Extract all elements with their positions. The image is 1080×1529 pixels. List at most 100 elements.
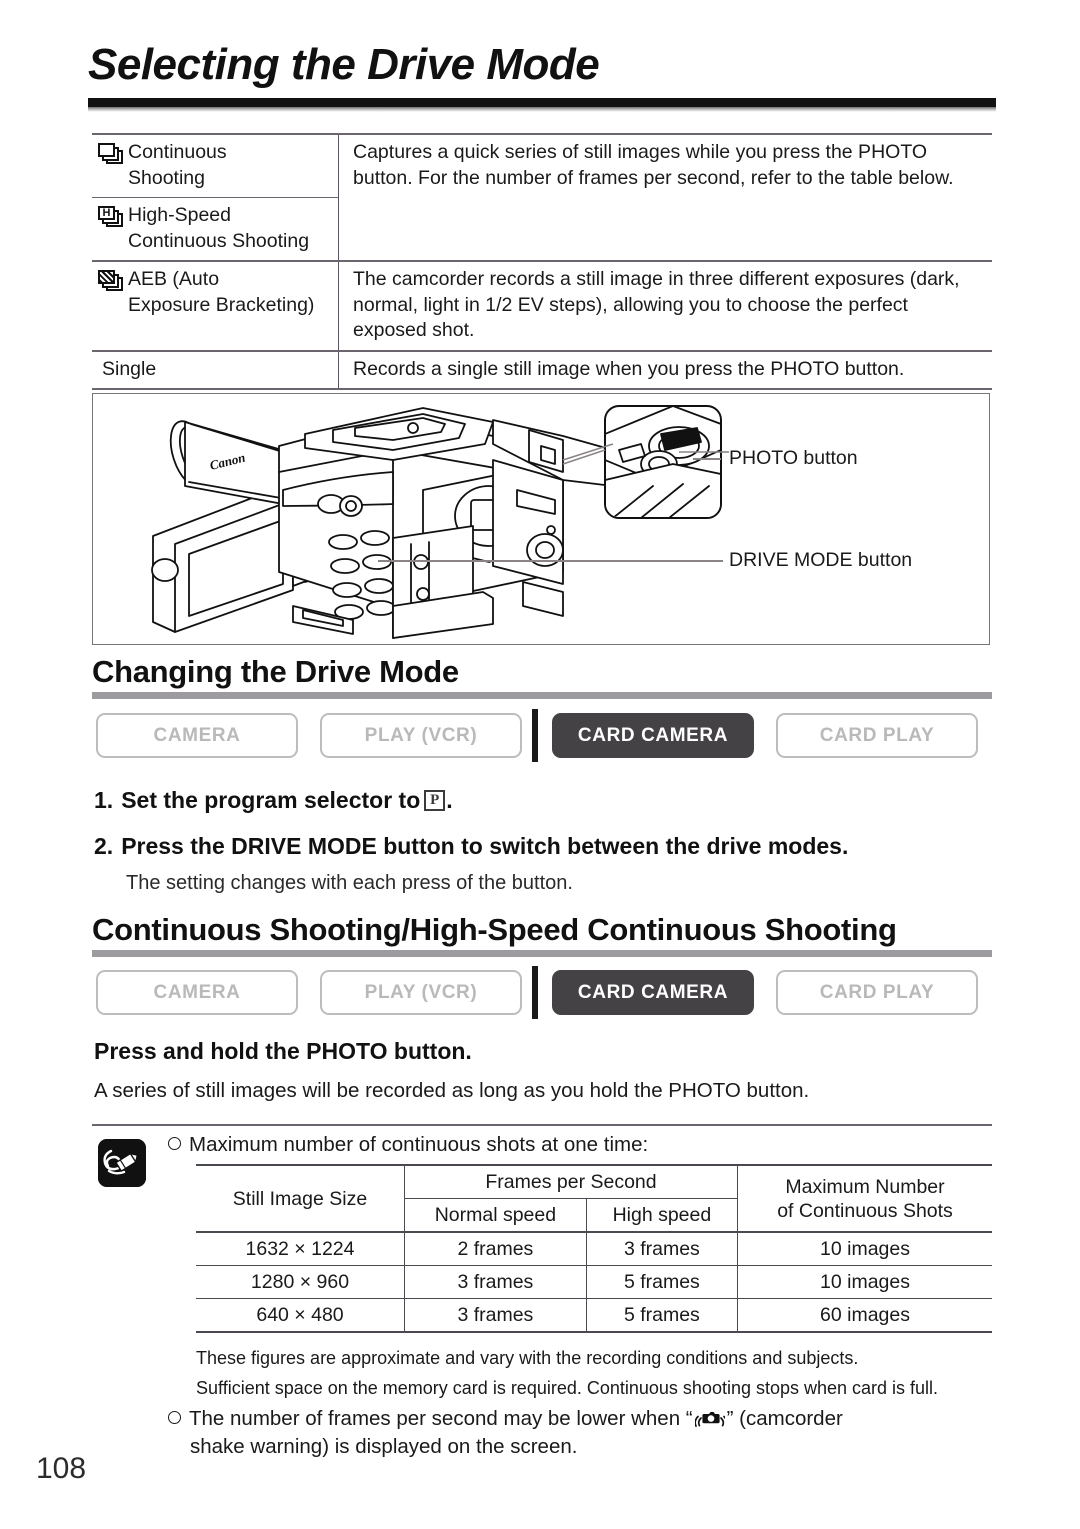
- mode-badges-continuous: CAMERA PLAY (VCR) CARD CAMERA CARD PLAY: [96, 966, 978, 1019]
- table-row: 640 × 480 3 frames 5 frames 60 images: [196, 1298, 992, 1333]
- cell-max-2: 10 images: [737, 1265, 992, 1299]
- aeb-name-cell: AEB (Auto Exposure Bracketing): [92, 260, 339, 351]
- step-1-period: .: [446, 787, 453, 813]
- drive-mode-names-cell: Continuous Shooting: [92, 133, 339, 198]
- single-description: Records a single still image when you pr…: [353, 357, 905, 380]
- section-heading-continuous-shooting: Continuous Shooting/High-Speed Continuou…: [92, 913, 992, 957]
- mode-badge-play-vcr-2[interactable]: PLAY (VCR): [320, 970, 522, 1015]
- single-label: Single: [102, 357, 157, 380]
- notes-divider: [92, 1124, 992, 1126]
- drive-mode-button-callout: DRIVE MODE button: [729, 549, 913, 571]
- continuous-shots-table: Still Image Size Frames per Second Maxim…: [196, 1164, 992, 1333]
- step-1: 1. Set the program selector to P .: [94, 783, 994, 817]
- badge-separator: [532, 709, 538, 762]
- aeb-description-cell: The camcorder records a still image in t…: [338, 260, 992, 351]
- header-maximum-number: Maximum Number of Continuous Shots: [737, 1164, 992, 1232]
- drive-mode-button-leader: [378, 560, 723, 562]
- mode-badge-card-play[interactable]: CARD PLAY: [776, 713, 978, 758]
- document-page: Selecting the Drive Mode Continuous Shoo…: [0, 0, 1080, 1529]
- table-row: AEB (Auto Exposure Bracketing) The camco…: [92, 260, 992, 351]
- header-normal-speed: Normal speed: [404, 1198, 587, 1232]
- header-high-speed: High speed: [585, 1198, 738, 1232]
- mode-badge-card-play-2[interactable]: CARD PLAY: [776, 970, 978, 1015]
- aeb-description: The camcorder records a still image in t…: [353, 268, 960, 341]
- cell-size-2: 1280 × 960: [196, 1265, 405, 1299]
- notes-bullet-2-after: ” (camcorder: [726, 1407, 843, 1430]
- heading-text: Changing the Drive Mode: [92, 655, 465, 688]
- notes-bullet-2-line2: shake warning) is displayed on the scree…: [190, 1435, 578, 1458]
- bullet-circle-icon: [168, 1137, 181, 1150]
- cell-max-3: 60 images: [737, 1298, 992, 1333]
- photo-button-callout: PHOTO button: [729, 447, 858, 469]
- table-row: 1280 × 960 3 frames 5 frames 10 images: [196, 1265, 992, 1299]
- page-number: 108: [36, 1452, 87, 1485]
- single-description-cell: Records a single still image when you pr…: [338, 349, 992, 390]
- header-max-line1: Maximum Number: [785, 1175, 945, 1198]
- header-frames-per-second: Frames per Second: [404, 1164, 738, 1199]
- camcorder-illustration: Canon: [151, 405, 729, 639]
- aeb-icon: [98, 270, 124, 292]
- heading-rule-2: [92, 950, 992, 957]
- cell-normal-2: 3 frames: [404, 1265, 587, 1299]
- notes-bullet-1: Maximum number of continuous shots at on…: [168, 1133, 648, 1157]
- step-2-number: 2.: [94, 833, 114, 859]
- notes-bullet-1-text: Maximum number of continuous shots at on…: [189, 1133, 649, 1156]
- program-P-icon: P: [424, 789, 446, 811]
- mode-badge-card-camera[interactable]: CARD CAMERA: [552, 713, 754, 758]
- camcorder-illustration-box: Canon PHOTO button DRIVE MODE button: [92, 393, 990, 645]
- mode-name-line2: Shooting: [128, 166, 205, 189]
- instruction-press-hold-photo: Press and hold the PHOTO button.: [94, 1038, 472, 1064]
- step-2: 2. Press the DRIVE MODE button to switch…: [94, 829, 994, 863]
- badge-separator-2: [532, 966, 538, 1019]
- continuous-shooting-icon: [98, 143, 124, 165]
- cell-high-1: 3 frames: [585, 1231, 738, 1266]
- cell-size-1: 1632 × 1224: [196, 1231, 405, 1266]
- page-title: Selecting the Drive Mode: [88, 40, 600, 89]
- continuous-description: Captures a quick series of still images …: [353, 141, 954, 189]
- cell-normal-1: 2 frames: [404, 1231, 587, 1266]
- continuous-shooting-label: Continuous Shooting: [98, 140, 330, 191]
- table-header-row: Still Image Size Frames per Second Maxim…: [196, 1164, 992, 1232]
- drive-mode-names-cell-2: H High-Speed Continuous Shooting: [92, 197, 339, 261]
- mode-badge-card-camera-2[interactable]: CARD CAMERA: [552, 970, 754, 1015]
- mode-badge-camera[interactable]: CAMERA: [96, 713, 298, 758]
- aeb-label: AEB (Auto Exposure Bracketing): [98, 267, 330, 318]
- heading-rule: [92, 692, 992, 699]
- aeb-line2: Exposure Bracketing): [128, 293, 315, 316]
- title-block: Selecting the Drive Mode: [88, 40, 996, 113]
- drive-mode-description-cell: Captures a quick series of still images …: [338, 133, 992, 261]
- notes-bullet-2-before: The number of frames per second may be l…: [189, 1407, 693, 1430]
- mode-name2-line2: Continuous Shooting: [128, 229, 310, 252]
- high-speed-continuous-shooting-icon: H: [98, 206, 124, 228]
- header-max-line2: of Continuous Shots: [777, 1199, 953, 1222]
- cell-normal-3: 3 frames: [404, 1298, 587, 1333]
- cell-high-2: 5 frames: [585, 1265, 738, 1299]
- steps-list: 1. Set the program selector to P . 2. Pr…: [94, 783, 994, 895]
- step-note: The setting changes with each press of t…: [126, 872, 573, 894]
- notes-pencil-icon: [98, 1139, 146, 1187]
- cell-max-1: 10 images: [737, 1231, 992, 1266]
- footnote-2: Sufficient space on the memory card is r…: [196, 1378, 939, 1398]
- heading-text-2: Continuous Shooting/High-Speed Continuou…: [92, 913, 903, 946]
- section-heading-changing-drive-mode: Changing the Drive Mode: [92, 655, 992, 699]
- step-1-text: Set the program selector to: [121, 787, 421, 813]
- table-row: 1632 × 1224 2 frames 3 frames 10 images: [196, 1231, 992, 1266]
- notes-bullet-2: The number of frames per second may be l…: [168, 1407, 988, 1459]
- mode-name-line1: Continuous: [128, 141, 227, 163]
- table-row: Continuous Shooting Captures a quick ser…: [92, 133, 992, 261]
- mode-badges-changing: CAMERA PLAY (VCR) CARD CAMERA CARD PLAY: [96, 709, 978, 762]
- title-rule: [88, 98, 996, 108]
- mode-name2-line1: High-Speed: [128, 204, 231, 226]
- bullet-circle-icon-2: [168, 1411, 181, 1424]
- photo-button-leader: [693, 458, 721, 460]
- step-2-text: Press the DRIVE MODE button to switch be…: [121, 833, 849, 859]
- table-row: Single Records a single still image when…: [92, 349, 992, 390]
- high-speed-continuous-shooting-label: H High-Speed Continuous Shooting: [98, 203, 330, 254]
- drive-mode-table: Continuous Shooting Captures a quick ser…: [92, 133, 992, 390]
- camcorder-shake-warning-icon: [693, 1409, 728, 1429]
- mode-badge-play-vcr[interactable]: PLAY (VCR): [320, 713, 522, 758]
- footnote-1: These figures are approximate and vary w…: [196, 1348, 859, 1368]
- step-1-number: 1.: [94, 787, 114, 813]
- mode-badge-camera-2[interactable]: CAMERA: [96, 970, 298, 1015]
- single-name-cell: Single: [92, 349, 339, 390]
